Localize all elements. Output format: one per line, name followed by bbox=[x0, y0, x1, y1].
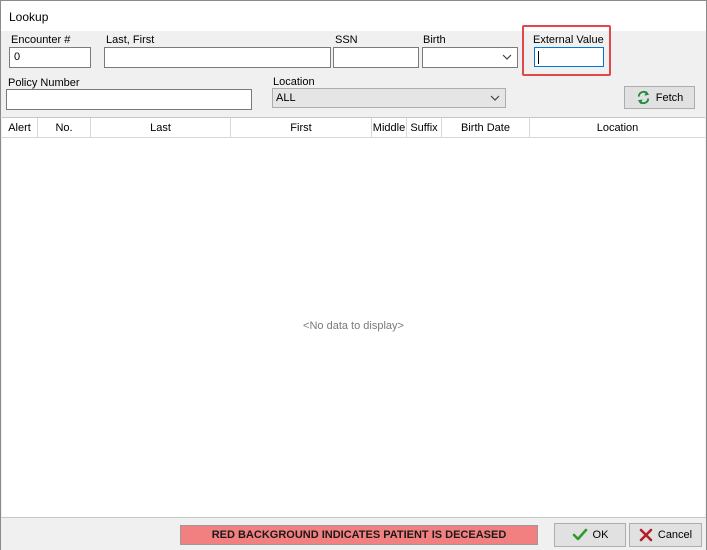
bottom-bar: RED BACKGROUND INDICATES PATIENT IS DECE… bbox=[1, 517, 706, 550]
location-value: ALL bbox=[276, 92, 296, 104]
fetch-label: Fetch bbox=[655, 91, 684, 104]
cancel-label: Cancel bbox=[657, 529, 693, 541]
ssn-label: SSN bbox=[335, 34, 358, 46]
external-value-input[interactable] bbox=[534, 47, 604, 67]
col-header-location[interactable]: Location bbox=[530, 118, 705, 137]
external-value-label: External Value bbox=[533, 34, 604, 46]
last-first-label: Last, First bbox=[106, 34, 155, 46]
text-caret bbox=[538, 51, 539, 64]
policy-number-label: Policy Number bbox=[8, 77, 80, 89]
col-header-middle[interactable]: Middle bbox=[372, 118, 407, 137]
window-title: Lookup bbox=[9, 10, 49, 24]
deceased-legend: RED BACKGROUND INDICATES PATIENT IS DECE… bbox=[180, 525, 538, 545]
refresh-arrows-icon bbox=[637, 90, 649, 105]
cancel-button[interactable]: Cancel bbox=[629, 523, 702, 547]
fetch-button[interactable]: Fetch bbox=[624, 86, 695, 109]
location-label: Location bbox=[273, 76, 315, 88]
ssn-input[interactable] bbox=[333, 47, 419, 68]
location-select[interactable]: ALL bbox=[272, 88, 506, 108]
grid-header: Alert No. Last First Middle Suffix Birth… bbox=[2, 118, 705, 138]
birth-label: Birth bbox=[423, 34, 446, 46]
results-grid[interactable]: Alert No. Last First Middle Suffix Birth… bbox=[2, 117, 705, 518]
col-header-birth-date[interactable]: Birth Date bbox=[442, 118, 530, 137]
ok-button[interactable]: OK bbox=[554, 523, 626, 547]
col-header-last[interactable]: Last bbox=[91, 118, 231, 137]
lookup-window: Lookup Encounter # 0 Last, First SSN Bir… bbox=[0, 0, 707, 550]
encounter-label: Encounter # bbox=[11, 34, 71, 46]
last-first-input[interactable] bbox=[104, 47, 331, 68]
chevron-down-icon bbox=[502, 54, 512, 60]
x-icon bbox=[639, 528, 653, 542]
checkmark-icon bbox=[572, 528, 587, 541]
col-header-no[interactable]: No. bbox=[38, 118, 91, 137]
birth-date-picker[interactable] bbox=[422, 47, 518, 68]
encounter-input[interactable]: 0 bbox=[9, 47, 91, 68]
chevron-down-icon bbox=[490, 95, 500, 101]
col-header-first[interactable]: First bbox=[231, 118, 372, 137]
ok-label: OK bbox=[592, 529, 609, 541]
col-header-alert[interactable]: Alert bbox=[2, 118, 38, 137]
col-header-suffix[interactable]: Suffix bbox=[407, 118, 442, 137]
policy-number-input[interactable] bbox=[6, 89, 252, 110]
empty-grid-message: <No data to display> bbox=[303, 320, 404, 332]
